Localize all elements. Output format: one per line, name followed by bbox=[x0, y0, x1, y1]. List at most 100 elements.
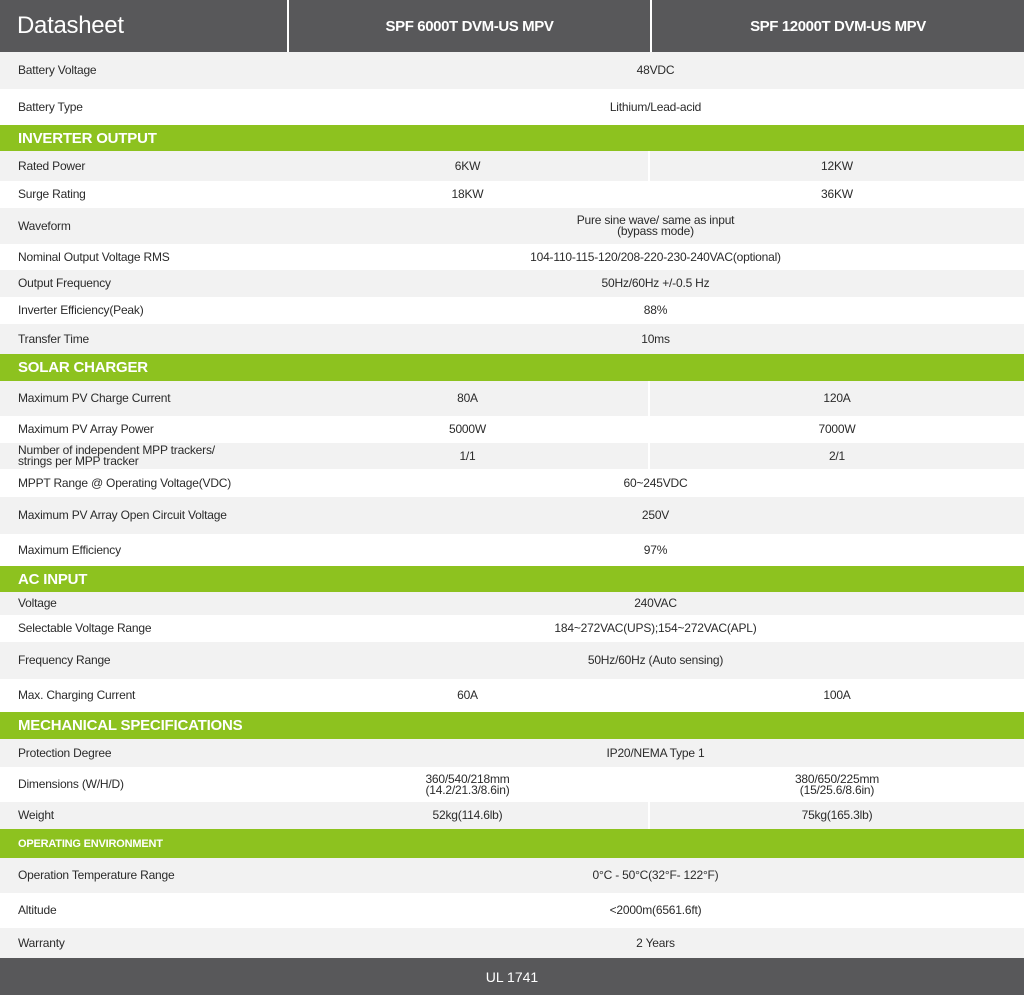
model-2-value: 100A bbox=[823, 688, 851, 702]
table-row: Maximum PV Charge Current 80A 120A bbox=[0, 381, 1024, 416]
row-values: 97% bbox=[287, 534, 1024, 566]
table-row: Dimensions (W/H/D) 360/540/218mm (14.2/21.… bbox=[0, 767, 1024, 802]
table-row: Transfer Time 10ms bbox=[0, 324, 1024, 354]
row-label: Voltage bbox=[18, 596, 57, 610]
shared-value: 97% bbox=[643, 542, 668, 557]
row-values: 50Hz/60Hz (Auto sensing) bbox=[287, 642, 1024, 679]
table-row: Waveform Pure sine wave/ same as input (by… bbox=[0, 208, 1024, 244]
row-values: 2 Years bbox=[287, 928, 1024, 959]
row-values: <2000m(6561.6ft) bbox=[287, 893, 1024, 928]
model-1-value: 1/1 bbox=[287, 443, 650, 469]
model-2-value: 12KW bbox=[821, 158, 853, 173]
row-label: MPPT Range @ Operating Voltage(VDC) bbox=[18, 475, 232, 490]
row-label: Number of independent MPP trackers/strin… bbox=[18, 443, 215, 468]
section-header: MECHANICAL SPECIFICATIONS bbox=[0, 712, 1024, 739]
shared-value: 10ms bbox=[641, 331, 670, 346]
row-values: 80A 120A bbox=[287, 381, 1024, 416]
row-label: Output Frequency bbox=[18, 276, 111, 290]
model-2-value: 2/1 bbox=[828, 448, 846, 463]
page-title: Datasheet bbox=[0, 0, 287, 52]
row-label: Selectable Voltage Range bbox=[18, 621, 152, 635]
row-label: Battery Voltage bbox=[18, 63, 97, 77]
section-header: OPERATING ENVIRONMENT bbox=[0, 829, 1024, 858]
model-2-value: 7000W bbox=[818, 422, 856, 436]
row-values: Pure sine wave/ same as input (bypass mod… bbox=[287, 208, 1024, 244]
shared-value: Lithium/Lead-acid bbox=[609, 99, 702, 114]
table-row: Maximum Efficiency 97% bbox=[0, 534, 1024, 566]
row-label: Dimensions (W/H/D) bbox=[18, 777, 124, 791]
row-values: 184~272VAC(UPS);154~272VAC(APL) bbox=[287, 615, 1024, 642]
model-2-value: 120A bbox=[823, 391, 851, 405]
row-values: IP20/NEMA Type 1 bbox=[287, 739, 1024, 767]
shared-value: 88% bbox=[643, 303, 668, 317]
table-row: Surge Rating 18KW 36KW bbox=[0, 181, 1024, 208]
row-values: 52kg(114.6lb) 75kg(165.3lb) bbox=[287, 802, 1024, 829]
row-values: 10ms bbox=[287, 324, 1024, 354]
table-row: Protection Degree IP20/NEMA Type 1 bbox=[0, 739, 1024, 767]
row-values: Lithium/Lead-acid bbox=[287, 89, 1024, 125]
table-row: Warranty 2 Years bbox=[0, 928, 1024, 959]
row-label: Frequency Range bbox=[18, 653, 111, 667]
table-row: Number of independent MPP trackers/strin… bbox=[0, 443, 1024, 469]
row-values: 104-110-115-120/208-220-230-240VAC(optio… bbox=[287, 244, 1024, 270]
model-1-value: 6KW bbox=[287, 151, 650, 181]
model-2-value: 75kg(165.3lb) bbox=[801, 808, 873, 822]
row-label: Altitude bbox=[18, 903, 57, 917]
row-values: 250V bbox=[287, 497, 1024, 534]
model-1-value: 360/540/218mm (14.2/21.3/8.6in) bbox=[287, 767, 650, 802]
shared-value: 184~272VAC(UPS);154~272VAC(APL) bbox=[554, 621, 757, 635]
table-row: Maximum PV Array Open Circuit Voltage 250… bbox=[0, 497, 1024, 534]
table-row: Voltage 240VAC bbox=[0, 592, 1024, 615]
certification-footer: UL 1741 bbox=[0, 958, 1024, 995]
row-values: 18KW 36KW bbox=[287, 181, 1024, 208]
row-values: 60A 100A bbox=[287, 679, 1024, 712]
table-row: Frequency Range 50Hz/60Hz (Auto sensing) bbox=[0, 642, 1024, 679]
row-label: Maximum Efficiency bbox=[18, 542, 121, 557]
shared-value: 250V bbox=[641, 508, 670, 522]
row-label: Maximum PV Array Power bbox=[18, 422, 154, 436]
table-row: MPPT Range @ Operating Voltage(VDC) 60~24… bbox=[0, 469, 1024, 497]
shared-value: 240VAC bbox=[634, 596, 677, 610]
table-row: Battery Voltage 48VDC bbox=[0, 52, 1024, 89]
shared-value: 2 Years bbox=[636, 936, 675, 950]
row-label: Protection Degree bbox=[18, 745, 112, 760]
table-row: Output Frequency 50Hz/60Hz +/-0.5 Hz bbox=[0, 270, 1024, 297]
row-values: 240VAC bbox=[287, 592, 1024, 615]
shared-value: <2000m(6561.6ft) bbox=[609, 903, 702, 917]
shared-value: 0°C - 50°C(32°F- 122°F) bbox=[592, 868, 719, 882]
table-row: Rated Power 6KW 12KW bbox=[0, 151, 1024, 181]
table-row: Operation Temperature Range 0°C - 50°C(32… bbox=[0, 858, 1024, 893]
row-label: Maximum PV Charge Current bbox=[18, 391, 171, 405]
model-1-header: SPF 6000T DVM-US MPV bbox=[289, 0, 650, 52]
row-label: Max. Charging Current bbox=[18, 688, 136, 702]
section-header: SOLAR CHARGER bbox=[0, 354, 1024, 381]
row-label: Waveform bbox=[18, 218, 71, 233]
row-label: Rated Power bbox=[18, 158, 86, 173]
section-header: AC INPUT bbox=[0, 566, 1024, 592]
row-label: Nominal Output Voltage RMS bbox=[18, 249, 170, 264]
shared-value: 50Hz/60Hz (Auto sensing) bbox=[587, 653, 724, 667]
row-values: 88% bbox=[287, 297, 1024, 324]
row-label: Operation Temperature Range bbox=[18, 868, 175, 882]
table-row: Altitude <2000m(6561.6ft) bbox=[0, 893, 1024, 928]
model-2-header: SPF 12000T DVM-US MPV bbox=[652, 0, 1024, 52]
shared-value: 50Hz/60Hz +/-0.5 Hz bbox=[601, 276, 710, 290]
model-1-value: 5000W bbox=[287, 416, 650, 443]
table-row: Inverter Efficiency(Peak) 88% bbox=[0, 297, 1024, 324]
row-values: 5000W 7000W bbox=[287, 416, 1024, 443]
row-values: 50Hz/60Hz +/-0.5 Hz bbox=[287, 270, 1024, 297]
model-1-value: 80A bbox=[287, 381, 650, 416]
shared-value: 48VDC bbox=[636, 63, 675, 77]
row-values: 6KW 12KW bbox=[287, 151, 1024, 181]
model-1-value: 60A bbox=[287, 679, 650, 712]
row-values: 360/540/218mm (14.2/21.3/8.6in) 380/650/22… bbox=[287, 767, 1024, 802]
section-header: INVERTER OUTPUT bbox=[0, 125, 1024, 151]
row-label: Surge Rating bbox=[18, 187, 86, 201]
table-row: Battery Type Lithium/Lead-acid bbox=[0, 89, 1024, 125]
table-row: Max. Charging Current 60A 100A bbox=[0, 679, 1024, 712]
row-label: Battery Type bbox=[18, 99, 83, 114]
spec-table: Battery Voltage 48VDC Battery Type Lithium/… bbox=[0, 52, 1024, 959]
shared-value: 60~245VDC bbox=[623, 475, 688, 490]
model-1-value: 52kg(114.6lb) bbox=[287, 802, 650, 829]
table-row: Selectable Voltage Range 184~272VAC(UPS);… bbox=[0, 615, 1024, 642]
